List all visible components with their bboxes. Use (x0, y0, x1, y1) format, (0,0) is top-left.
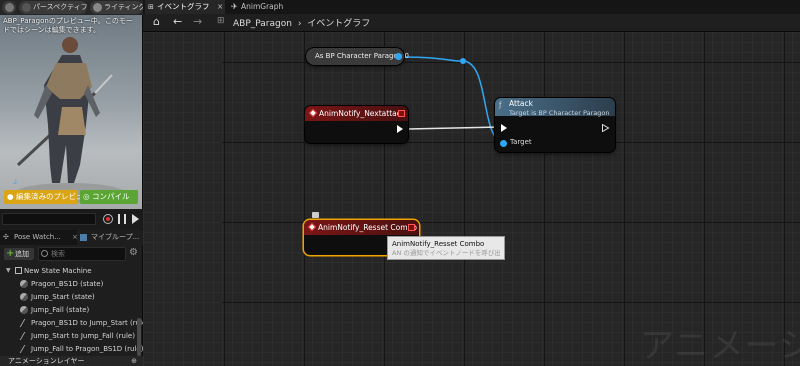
event-icon (307, 222, 317, 232)
notify-nextattack-node[interactable]: AnimNotify_Nextattack (305, 106, 408, 143)
attack-node[interactable]: ƒ Attack Target is BP Character Paragon … (495, 98, 615, 152)
cast-output-pin[interactable] (395, 53, 402, 60)
graph-watermark: アニメーショ (640, 326, 800, 366)
node-header: ƒ Attack Target is BP Character Paragon (495, 98, 615, 117)
target-input-pin[interactable] (500, 140, 507, 147)
node-header: AnimNotify_Nextattack (305, 106, 408, 121)
event-icon (308, 108, 318, 118)
comment-bubble-icon[interactable] (312, 212, 319, 218)
cast-node[interactable]: As BP Character Paragon 0 (306, 48, 409, 65)
node-tooltip: AnimNotify_Resset Combo AN の通知でイベントノードを呼… (387, 236, 505, 260)
delegate-pin-icon[interactable] (398, 110, 405, 117)
exec-wire (407, 126, 501, 130)
function-icon: ƒ (499, 101, 502, 109)
node-header: AnimNotify_Resset Combo (304, 220, 419, 235)
exec-output-outline-icon (602, 124, 610, 132)
exec-output-pin[interactable] (397, 125, 403, 133)
exec-input-pin[interactable] (501, 124, 507, 132)
reroute-knot[interactable] (460, 58, 466, 64)
delegate-pin-icon[interactable] (408, 224, 415, 231)
target-wire (397, 56, 505, 144)
